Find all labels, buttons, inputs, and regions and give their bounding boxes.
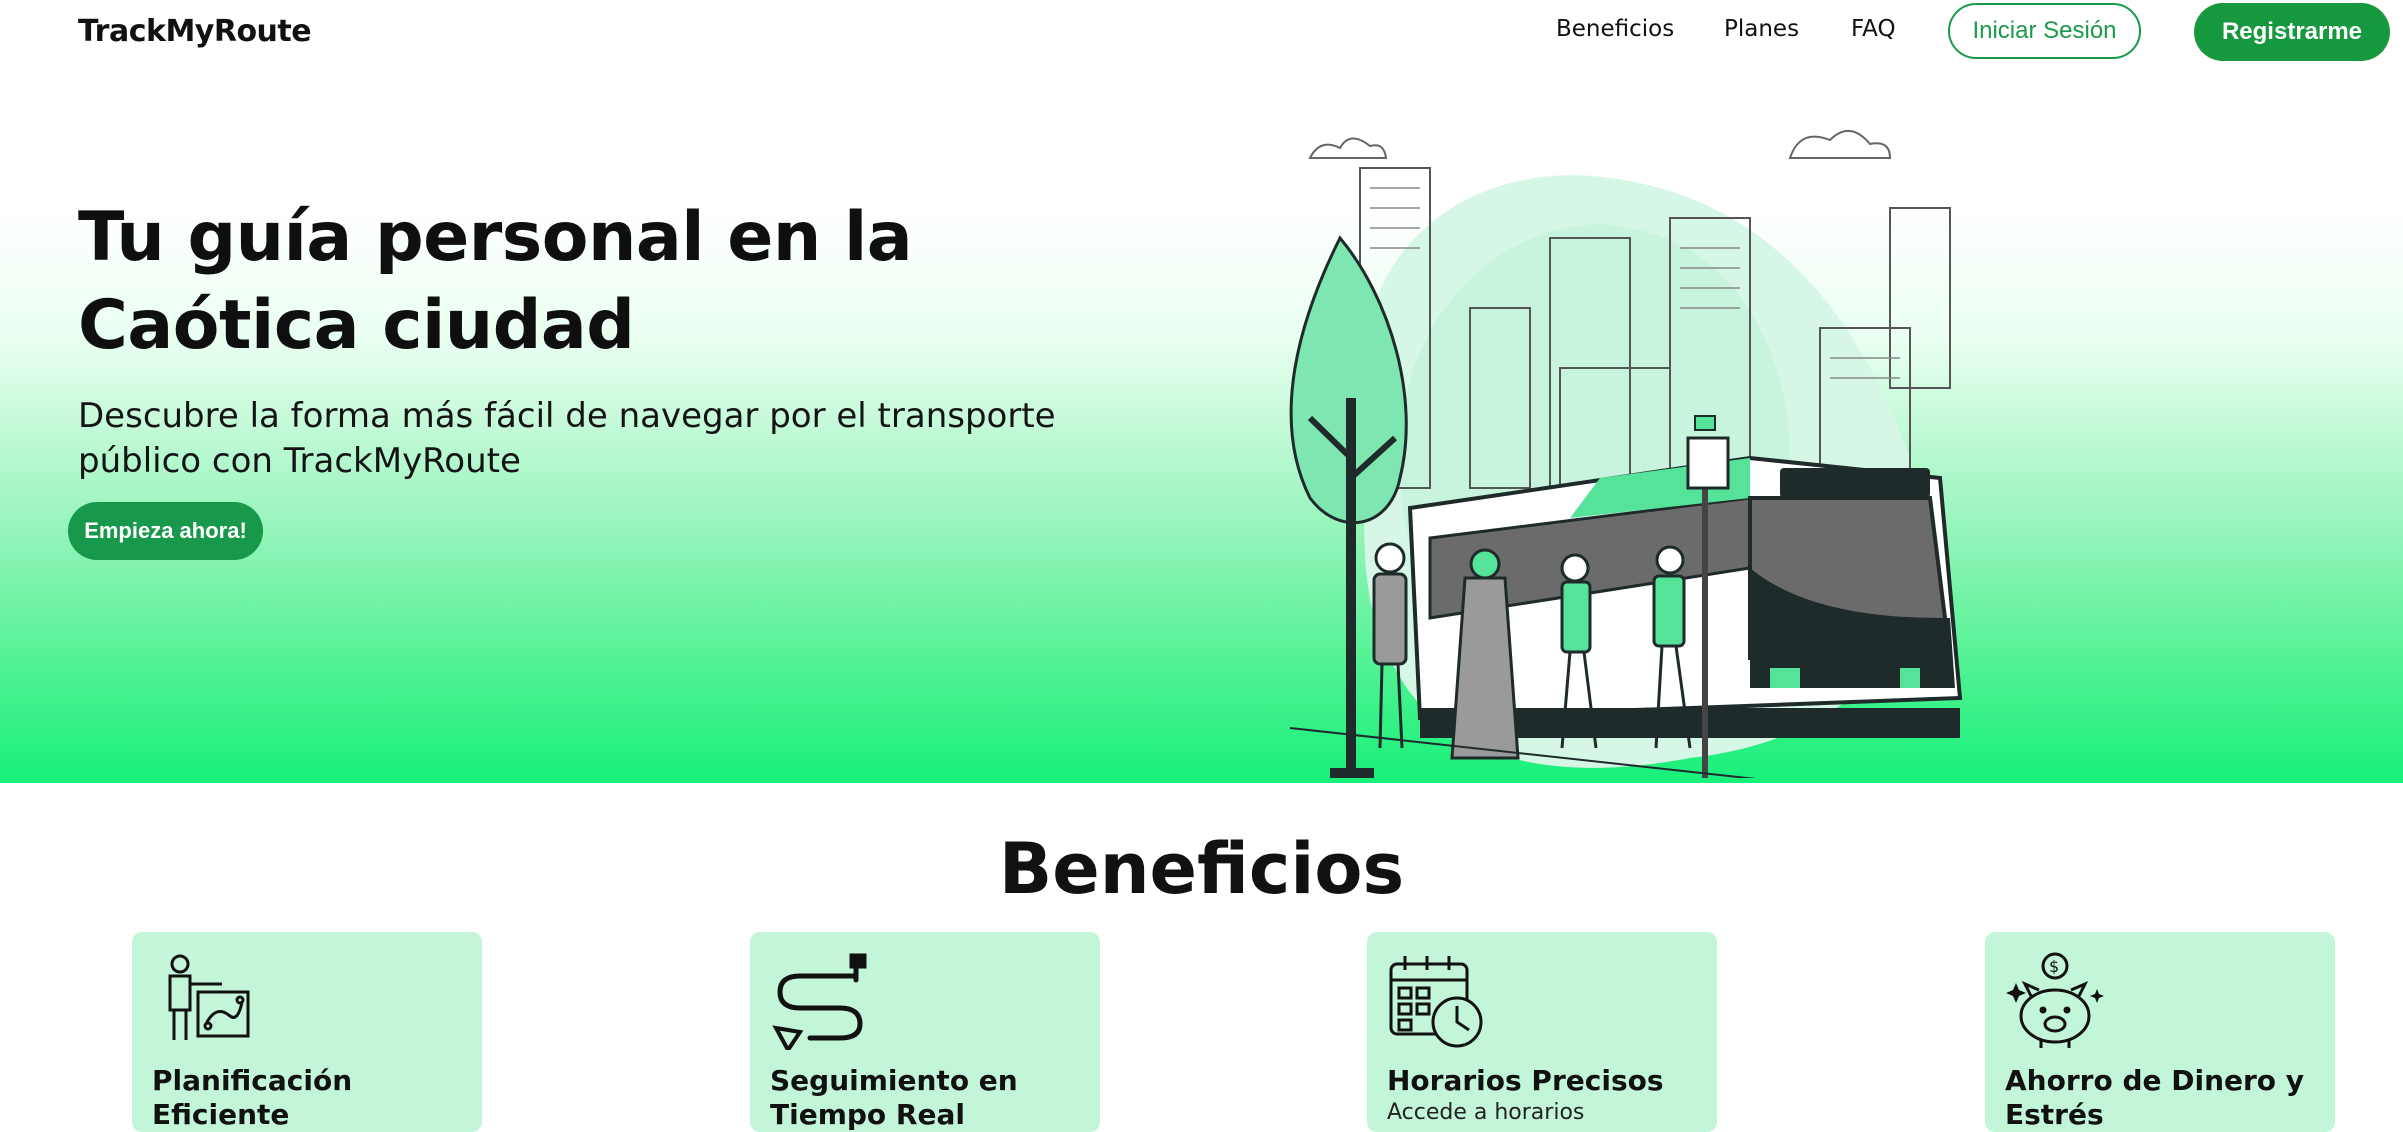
benefit-title-planning: Planificación Eficiente [152, 1064, 353, 1131]
hero-subtitle: Descubre la forma más fácil de navegar p… [78, 396, 1056, 481]
route-tracking-icon [772, 953, 867, 1050]
hero-section: Tu guía personal en la Caótica ciudad De… [0, 64, 2403, 783]
get-started-button[interactable]: Empieza ahora! [68, 502, 263, 560]
brand-logo[interactable]: TrackMyRoute [78, 14, 312, 49]
svg-text:$: $ [2049, 957, 2059, 976]
login-button[interactable]: Iniciar Sesión [1948, 3, 2141, 59]
nav-link-planes[interactable]: Planes [1724, 16, 1799, 42]
benefit-desc-schedules: Accede a horarios [1387, 1100, 1585, 1125]
benefit-title-schedules: Horarios Precisos [1387, 1064, 1664, 1097]
top-navbar: TrackMyRoute Beneficios Planes FAQ Inici… [0, 0, 2403, 64]
planning-icon [168, 954, 250, 1040]
bus-stop-illustration [1289, 130, 1963, 778]
hero-title: Tu guía personal en la Caótica ciudad [78, 198, 913, 365]
benefit-card-planning: Planificación Eficiente [132, 932, 482, 1132]
benefit-title-tracking: Seguimiento en Tiempo Real [770, 1064, 1018, 1131]
calendar-clock-icon [1389, 956, 1483, 1048]
benefit-card-tracking: Seguimiento en Tiempo Real [750, 932, 1100, 1132]
nav-link-beneficios[interactable]: Beneficios [1556, 16, 1674, 42]
benefit-card-savings: $ Ahorro de Dinero y Estrés [1985, 932, 2335, 1132]
benefits-title: Beneficios [998, 828, 1405, 910]
nav-link-faq[interactable]: FAQ [1851, 16, 1896, 42]
benefit-title-savings: Ahorro de Dinero y Estrés [2005, 1064, 2305, 1131]
piggy-bank-icon: $ [2006, 952, 2104, 1048]
register-button[interactable]: Registrarme [2194, 3, 2390, 61]
benefit-card-schedules: Horarios Precisos Accede a horarios [1367, 932, 1717, 1132]
